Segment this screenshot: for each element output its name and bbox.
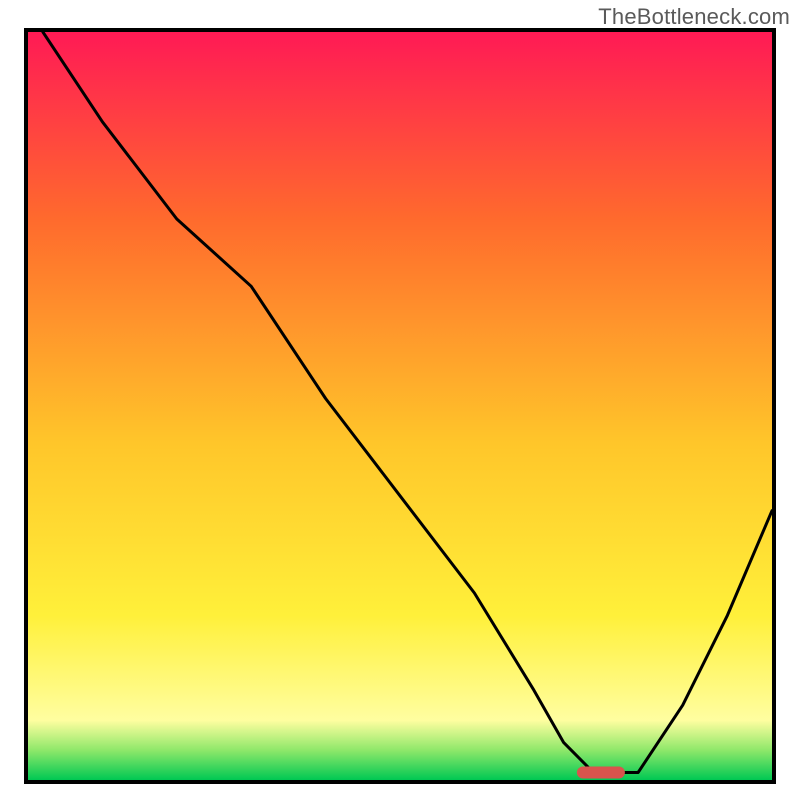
optimal-range-marker	[577, 767, 625, 779]
chart-container: TheBottleneck.com	[0, 0, 800, 800]
watermark-label: TheBottleneck.com	[598, 4, 790, 30]
plot-svg	[28, 32, 772, 780]
gradient-background	[28, 32, 772, 780]
plot-frame	[24, 28, 776, 784]
plot-area	[28, 32, 772, 780]
